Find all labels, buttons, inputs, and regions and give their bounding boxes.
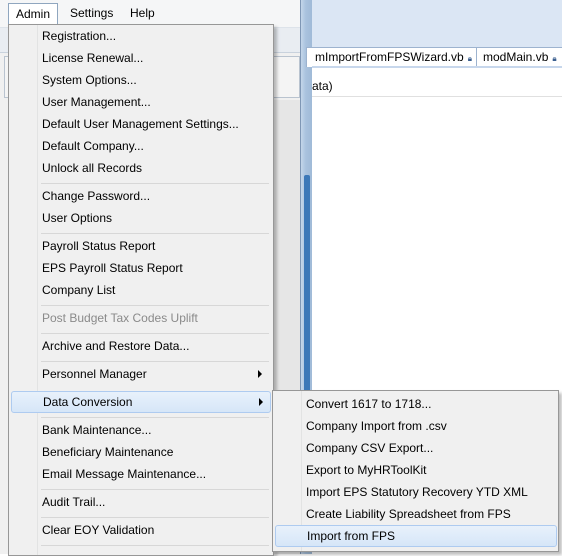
menu-separator — [41, 183, 269, 184]
menu-item-label: Create Liability Spreadsheet from FPS — [306, 507, 511, 521]
menu-separator — [41, 233, 269, 234]
menu-item-label: Export to MyHRToolKit — [306, 463, 427, 477]
menu-item-user-options[interactable]: User Options — [11, 207, 269, 229]
menu-item-create-liability-spreadsheet-from-fps[interactable]: Create Liability Spreadsheet from FPS — [275, 503, 555, 525]
tab-mod-main[interactable]: modMain.vb 🔒︎ — [476, 47, 562, 67]
menu-separator — [41, 545, 269, 546]
menu-separator — [41, 305, 269, 306]
submenu-arrow-icon — [259, 398, 263, 406]
menu-separator — [41, 417, 269, 418]
admin-dropdown-menu: Registration... License Renewal... Syste… — [8, 24, 274, 556]
menu-item-label: Convert 1617 to 1718... — [306, 397, 432, 411]
menu-item-beneficiary-maintenance[interactable]: Beneficiary Maintenance — [11, 441, 269, 463]
code-text: ata) — [312, 79, 333, 93]
menu-help[interactable]: Help — [123, 4, 162, 23]
menu-item-label: Import from FPS — [307, 529, 396, 543]
menu-item-company-csv-export[interactable]: Company CSV Export... — [275, 437, 555, 459]
menu-item-import-from-fps[interactable]: Import from FPS — [275, 525, 557, 547]
menu-separator — [41, 517, 269, 518]
menu-item-eps-payroll-status-report[interactable]: EPS Payroll Status Report — [11, 257, 269, 279]
menu-item-label: Email Message Maintenance... — [42, 467, 207, 481]
menu-item-system-options[interactable]: System Options... — [11, 69, 269, 91]
menu-item-data-conversion[interactable]: Data Conversion — [11, 391, 271, 413]
menu-item-label: Payroll Status Report — [42, 239, 156, 253]
menu-item-unlock-all-records[interactable]: Unlock all Records — [11, 157, 269, 179]
menu-item-label: Import EPS Statutory Recovery YTD XML — [306, 485, 528, 499]
menu-item-label: Change Password... — [42, 189, 151, 203]
menu-item-post-budget-tax-codes-uplift: Post Budget Tax Codes Uplift — [11, 307, 269, 329]
tab-label: mImportFromFPSWizard.vb — [315, 50, 464, 64]
menu-item-label: Company List — [42, 283, 116, 297]
menu-item-label: License Renewal... — [42, 51, 144, 65]
menu-item-license-renewal[interactable]: License Renewal... — [11, 47, 269, 69]
menu-item-change-password[interactable]: Change Password... — [11, 185, 269, 207]
menu-settings[interactable]: Settings — [63, 4, 120, 23]
menu-item-label: Audit Trail... — [42, 495, 106, 509]
menu-separator — [41, 361, 269, 362]
menu-item-user-management[interactable]: User Management... — [11, 91, 269, 113]
menu-item-default-user-management-settings[interactable]: Default User Management Settings... — [11, 113, 269, 135]
menu-item-label: EPS Payroll Status Report — [42, 261, 183, 275]
data-conversion-submenu: Convert 1617 to 1718... Company Import f… — [272, 390, 559, 552]
menu-item-label: Default Company... — [42, 139, 144, 153]
lock-icon: 🔒︎ — [467, 54, 472, 63]
menu-separator — [41, 333, 269, 334]
menu-item-label: Default User Management Settings... — [42, 117, 239, 131]
menu-item-audit-trail[interactable]: Audit Trail... — [11, 491, 269, 513]
editor-header — [312, 0, 562, 47]
lock-icon: 🔒︎ — [552, 54, 557, 63]
tab-label: modMain.vb — [483, 50, 549, 64]
menu-item-export-to-myhrtoolkit[interactable]: Export to MyHRToolKit — [275, 459, 555, 481]
menu-item-payroll-status-report[interactable]: Payroll Status Report — [11, 235, 269, 257]
menu-item-registration[interactable]: Registration... — [11, 25, 269, 47]
scrollbar-thumb[interactable] — [304, 175, 310, 415]
tab-import-from-fps-wizard[interactable]: mImportFromFPSWizard.vb 🔒︎ — [306, 47, 482, 67]
menu-item-label: Archive and Restore Data... — [42, 339, 190, 353]
menu-item-email-message-maintenance[interactable]: Email Message Maintenance... — [11, 463, 269, 485]
menu-item-company-import-from-csv[interactable]: Company Import from .csv — [275, 415, 555, 437]
menu-item-label: System Options... — [42, 73, 137, 87]
menu-item-clear-eoy-validation[interactable]: Clear EOY Validation — [11, 519, 269, 541]
menu-item-label: Registration... — [42, 29, 117, 43]
menu-separator — [41, 489, 269, 490]
menu-item-label: Bank Maintenance... — [42, 423, 152, 437]
menu-item-company-list[interactable]: Company List — [11, 279, 269, 301]
menu-item-label: Unlock all Records — [42, 161, 143, 175]
menu-item-label: Company CSV Export... — [306, 441, 434, 455]
submenu-arrow-icon — [258, 370, 262, 378]
menu-item-personnel-manager[interactable]: Personnel Manager — [11, 363, 269, 385]
menu-item-label: Clear EOY Validation — [42, 523, 155, 537]
menu-item-label: Post Budget Tax Codes Uplift — [42, 311, 198, 325]
menu-item-label: Beneficiary Maintenance — [42, 445, 174, 459]
menu-admin[interactable]: Admin — [8, 3, 59, 25]
menu-item-import-eps-statutory-recovery-ytd-xml[interactable]: Import EPS Statutory Recovery YTD XML — [275, 481, 555, 503]
menu-item-label: User Management... — [42, 95, 151, 109]
code-line: ata) — [312, 76, 562, 97]
tab-strip-underline — [312, 66, 562, 68]
menu-item-bank-maintenance[interactable]: Bank Maintenance... — [11, 419, 269, 441]
menu-item-label: Data Conversion — [43, 395, 133, 409]
menu-item-default-company[interactable]: Default Company... — [11, 135, 269, 157]
menu-item-archive-and-restore-data[interactable]: Archive and Restore Data... — [11, 335, 269, 357]
menu-item-convert-1617-to-1718[interactable]: Convert 1617 to 1718... — [275, 393, 555, 415]
menu-item-label: User Options — [42, 211, 113, 225]
menu-item-label: Personnel Manager — [42, 367, 147, 381]
menu-item-label: Company Import from .csv — [306, 419, 447, 433]
